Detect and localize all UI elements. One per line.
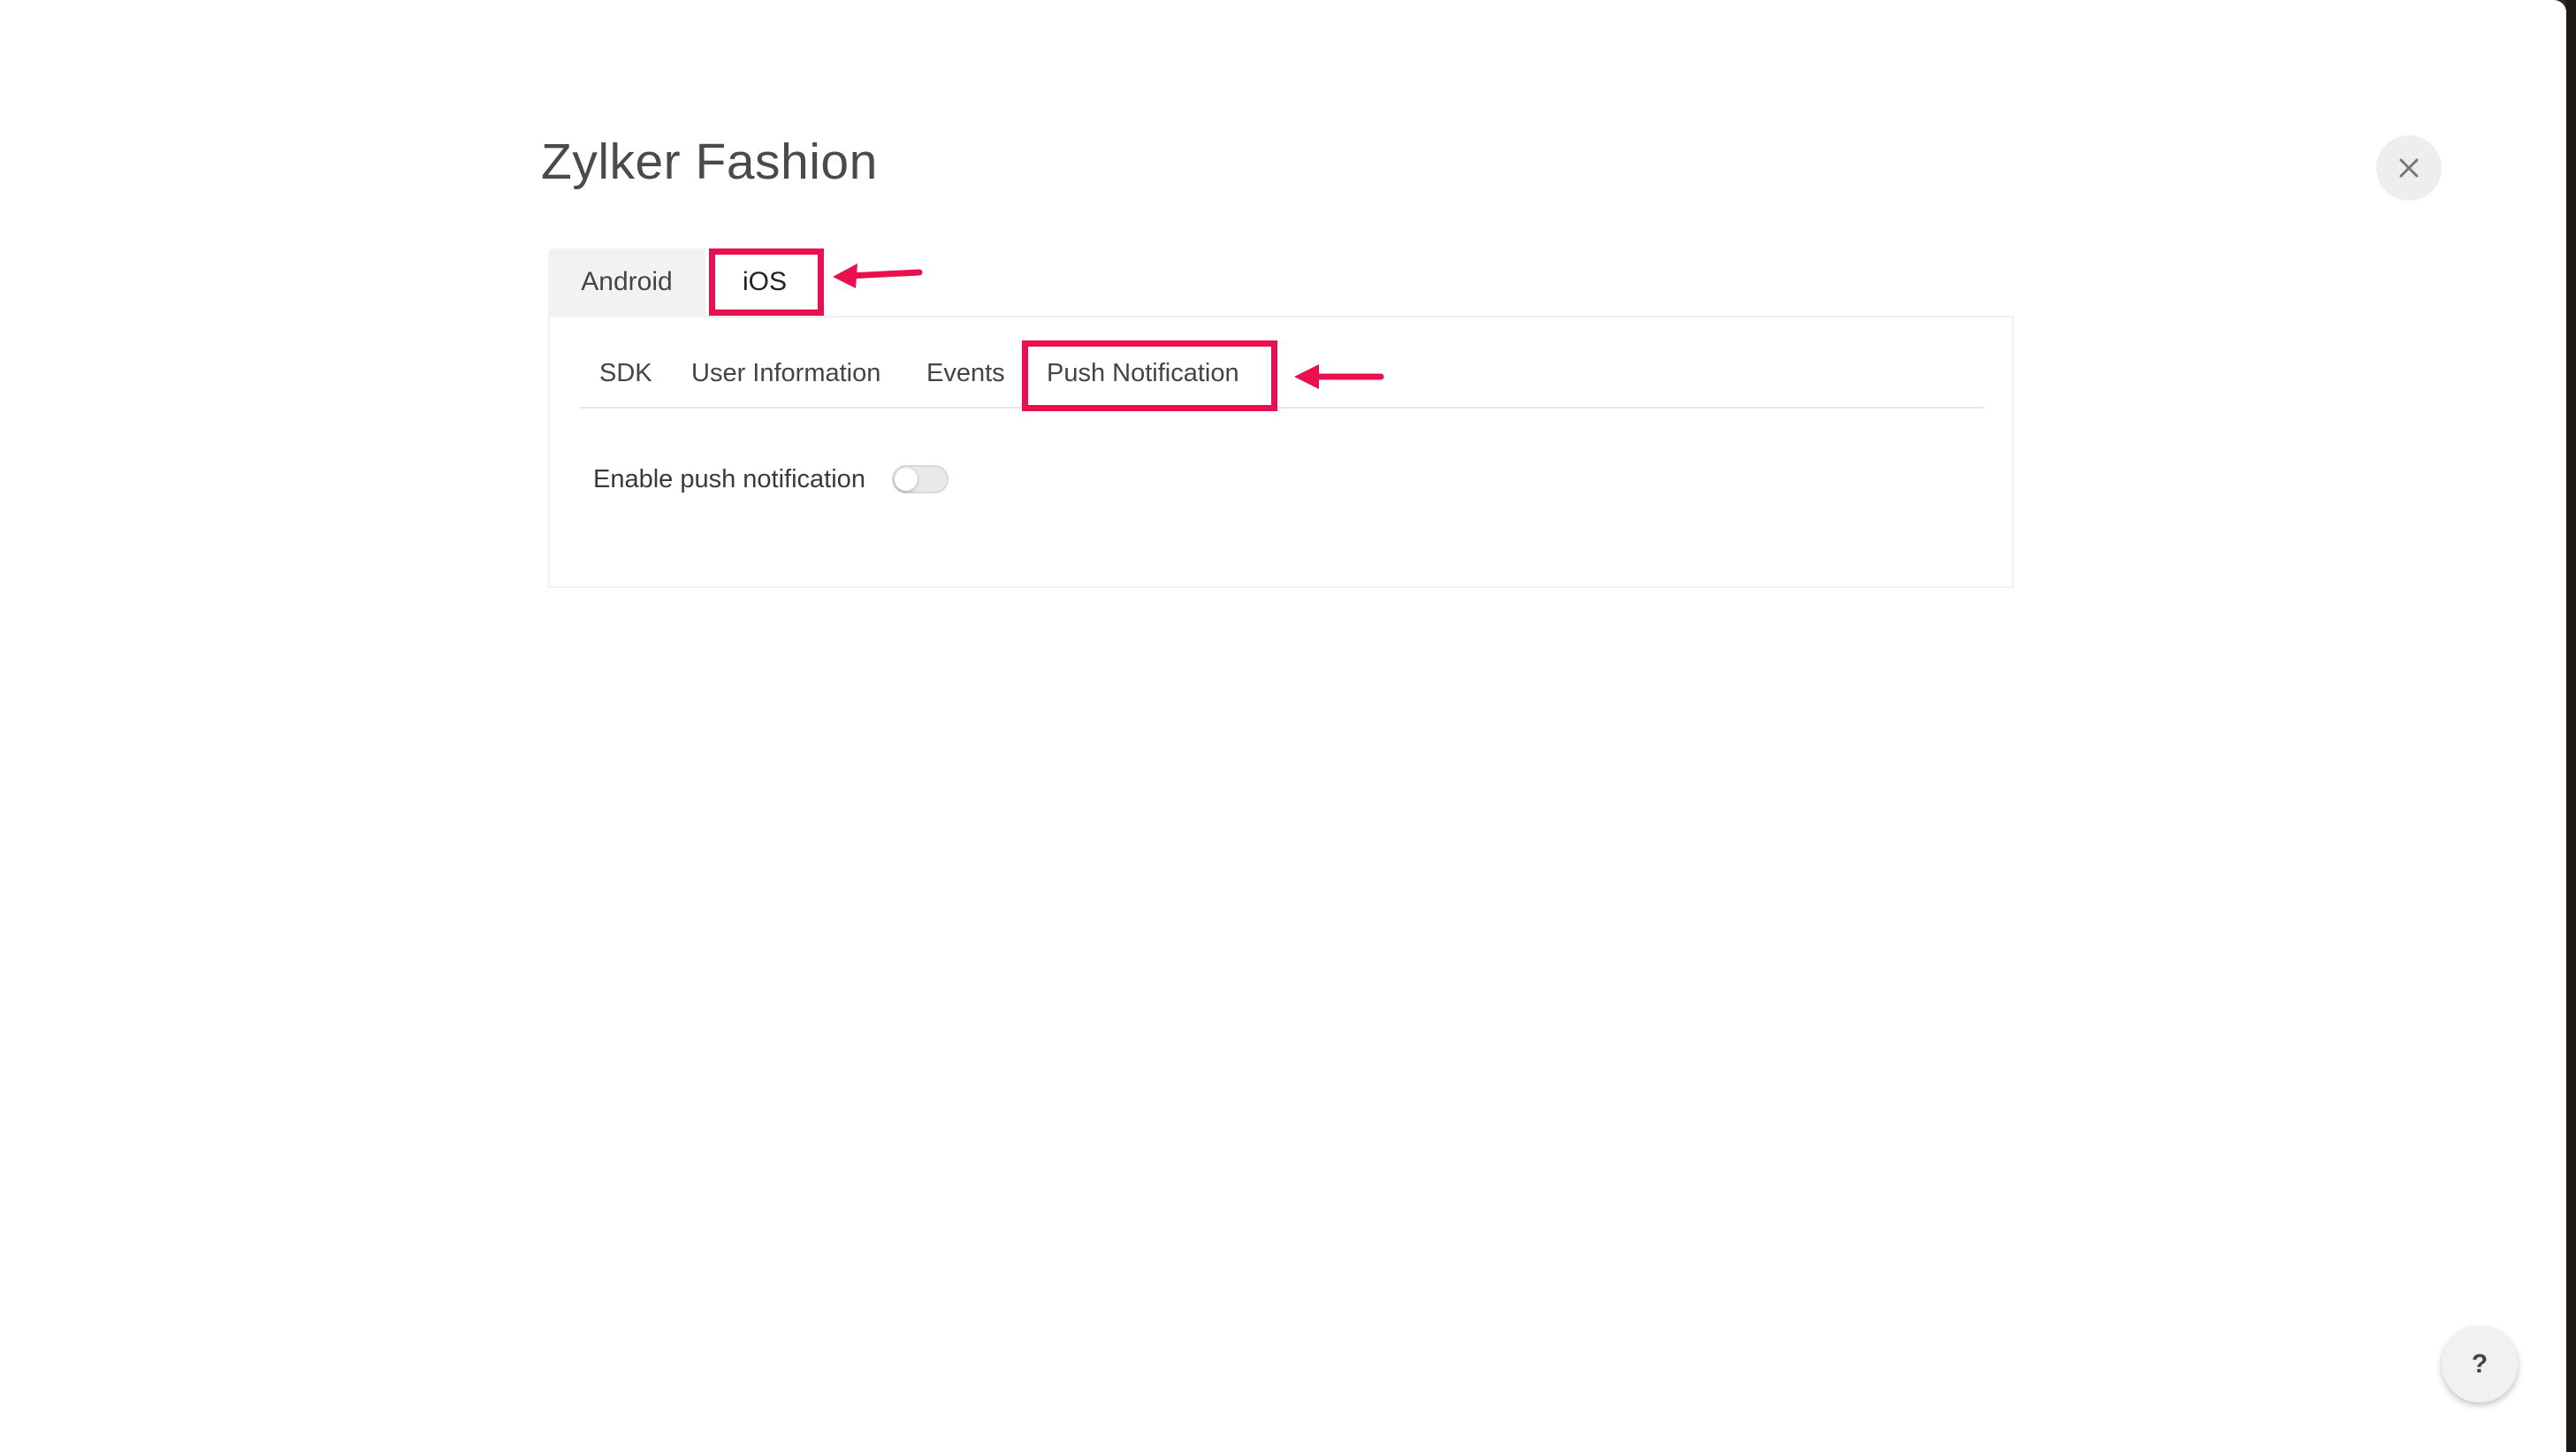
platform-tabs: Android iOS — [548, 248, 824, 316]
arrow-left-icon — [833, 264, 923, 288]
sub-tabs: SDK User Information Events Push Notific… — [580, 340, 1984, 409]
tab-ios[interactable]: iOS — [705, 248, 824, 316]
help-button[interactable]: ? — [2442, 1326, 2518, 1402]
tab-android[interactable]: Android — [548, 248, 705, 316]
help-icon: ? — [2471, 1349, 2488, 1379]
tab-push-notification[interactable]: Push Notification — [1047, 340, 1239, 407]
toggle-knob — [894, 468, 918, 491]
tab-sdk[interactable]: SDK — [599, 340, 652, 407]
tab-user-information[interactable]: User Information — [691, 340, 880, 407]
close-icon — [2399, 158, 2419, 178]
enable-push-row: Enable push notification — [593, 456, 949, 502]
modal-panel: Zylker Fashion Android iOS SDK User Info… — [0, 0, 2566, 1452]
enable-push-label: Enable push notification — [593, 464, 865, 493]
window-edge — [2566, 0, 2576, 1452]
enable-push-toggle[interactable] — [891, 465, 949, 493]
close-button[interactable] — [2376, 135, 2442, 201]
page-title: Zylker Fashion — [541, 134, 878, 190]
tab-events[interactable]: Events — [926, 340, 1005, 407]
